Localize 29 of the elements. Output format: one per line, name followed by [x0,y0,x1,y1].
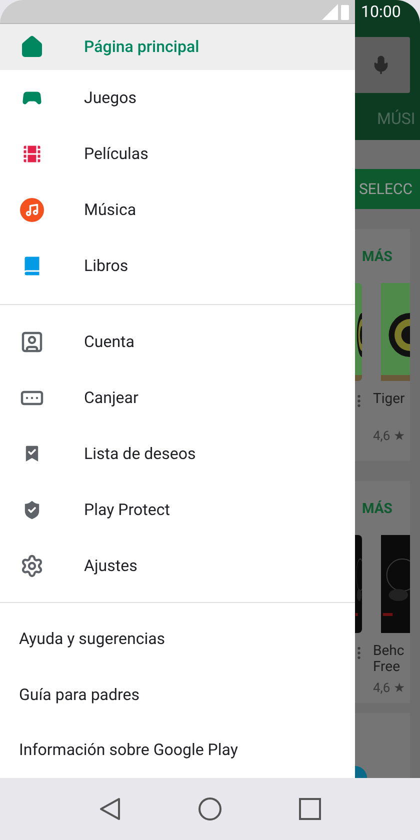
back-icon[interactable] [98,797,121,821]
signal-icon [322,4,338,20]
menu-item[interactable]: Música [0,182,355,238]
app-title: Tiger [373,391,406,407]
status-time: 10:00 [360,1,401,23]
menu-item[interactable]: Libros [0,238,355,294]
menu-item[interactable]: Ajustes [0,538,355,594]
menu-link[interactable]: Información sobre Google Play [19,738,238,762]
music-icon [20,198,44,222]
menu-item[interactable]: Play Protect [0,482,355,538]
app-title: Behc [373,643,406,659]
battery-icon [341,4,349,20]
home-icon [20,35,44,59]
menu-link[interactable]: Ayuda y sugerencias [19,627,166,652]
home-button-icon[interactable] [198,797,222,821]
menu-item[interactable]: Juegos [0,70,355,126]
recents-icon[interactable] [299,798,322,820]
app-rating: 4,6 ★ [373,680,406,698]
menu-link[interactable]: Guía para padres [19,682,140,707]
menu-item[interactable]: Cuenta [0,314,355,370]
settings-icon [20,554,44,578]
menu-item[interactable]: Página principal [0,24,355,70]
menu-item[interactable]: Canjear [0,370,355,426]
app-title: Free [373,659,402,675]
menu-item[interactable]: Lista de deseos [0,426,355,482]
menu-item[interactable]: Películas [0,126,355,182]
account-icon [20,330,44,354]
app-rating: 4,6 ★ [373,428,406,446]
search-bar[interactable] [355,37,410,93]
